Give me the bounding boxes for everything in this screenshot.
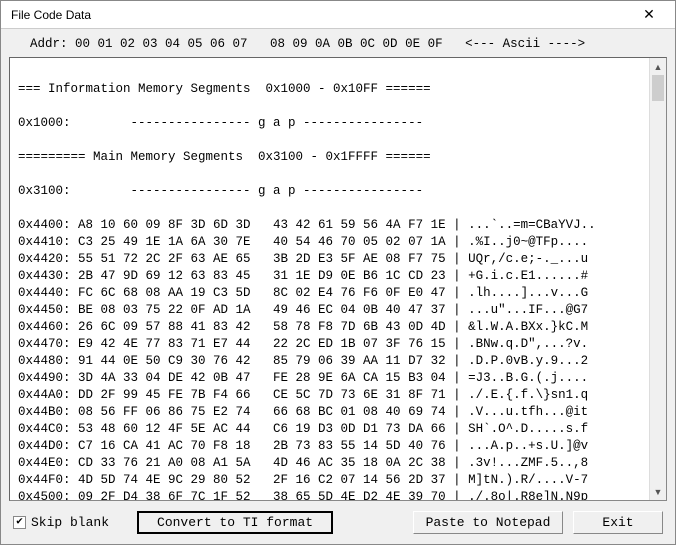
column-header: Addr: 00 01 02 03 04 05 06 07 08 09 0A 0…	[9, 35, 667, 57]
scroll-thumb[interactable]	[652, 75, 664, 101]
skip-blank-checkbox[interactable]: ✔	[13, 516, 26, 529]
close-icon: ✕	[643, 6, 655, 23]
convert-button[interactable]: Convert to TI format	[137, 511, 333, 534]
hex-dump-panel: === Information Memory Segments 0x1000 -…	[9, 57, 667, 501]
title-bar: File Code Data ✕	[1, 1, 675, 29]
exit-button[interactable]: Exit	[573, 511, 663, 534]
window-title: File Code Data	[11, 8, 91, 22]
content-area: Addr: 00 01 02 03 04 05 06 07 08 09 0A 0…	[1, 29, 675, 544]
bottom-toolbar: ✔ Skip blank Convert to TI format Paste …	[9, 501, 667, 536]
hex-dump-text: === Information Memory Segments 0x1000 -…	[10, 58, 649, 500]
scroll-up-button[interactable]: ▲	[650, 58, 666, 75]
close-button[interactable]: ✕	[631, 4, 667, 26]
skip-blank-checkbox-wrap[interactable]: ✔ Skip blank	[13, 515, 109, 530]
skip-blank-label: Skip blank	[31, 515, 109, 530]
scroll-down-button[interactable]: ▼	[650, 483, 666, 500]
paste-notepad-button[interactable]: Paste to Notepad	[413, 511, 563, 534]
vertical-scrollbar[interactable]: ▲ ▼	[649, 58, 666, 500]
